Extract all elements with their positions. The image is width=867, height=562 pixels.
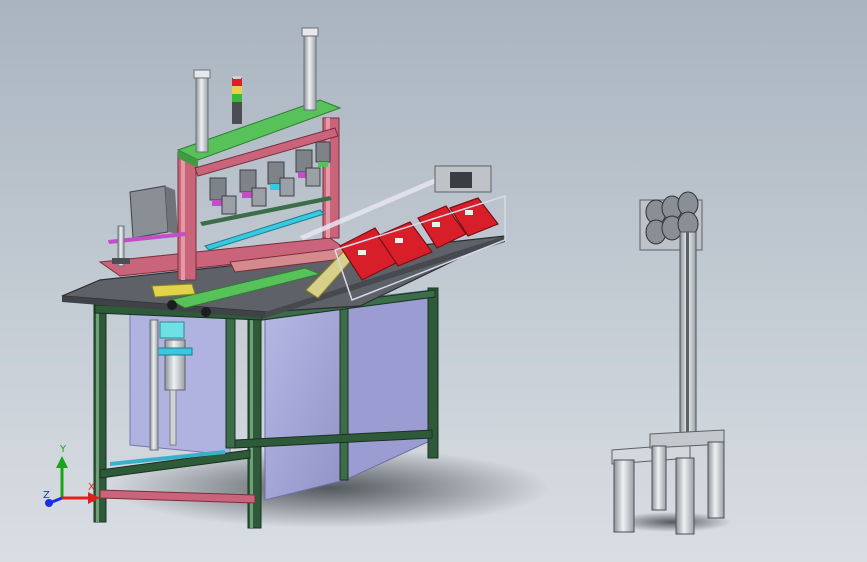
frame-post-left (177, 151, 197, 281)
cylinder-rod (169, 389, 177, 446)
leg-front-left (93, 299, 107, 523)
top-cylinder-left (195, 71, 209, 153)
base-leg (613, 459, 635, 533)
leg-mid (339, 299, 349, 481)
conveyor-roller (201, 307, 211, 317)
conveyor-roller (167, 300, 177, 310)
motor (450, 172, 472, 188)
signal-tower-icon (232, 76, 242, 124)
column-slot (686, 232, 689, 442)
z-axis-label: Z (43, 490, 50, 501)
signal-red (232, 78, 242, 86)
control-box (129, 185, 169, 239)
top-cylinder-right (303, 29, 317, 111)
signal-cap (233, 76, 241, 79)
leg-highlight (96, 300, 99, 522)
base-leg (651, 445, 667, 511)
cylinder-cap (193, 69, 211, 79)
cylinder-head (159, 321, 185, 339)
base-leg (707, 441, 725, 519)
signal-green (232, 94, 242, 102)
x-axis-label: X (88, 482, 95, 493)
guide-rod (149, 319, 159, 451)
cylinder-bracket (157, 347, 193, 356)
post-highlight (181, 152, 185, 280)
base-leg (675, 457, 695, 535)
front-panel (264, 299, 346, 501)
signal-base (232, 102, 242, 124)
y-axis-label: Y (59, 444, 67, 455)
signal-yellow (232, 86, 242, 94)
cad-viewport[interactable]: Y X Z (0, 0, 867, 562)
left-pillar-foot (112, 258, 130, 264)
leg-back-left (225, 317, 236, 449)
cylinder-cap (301, 27, 319, 37)
